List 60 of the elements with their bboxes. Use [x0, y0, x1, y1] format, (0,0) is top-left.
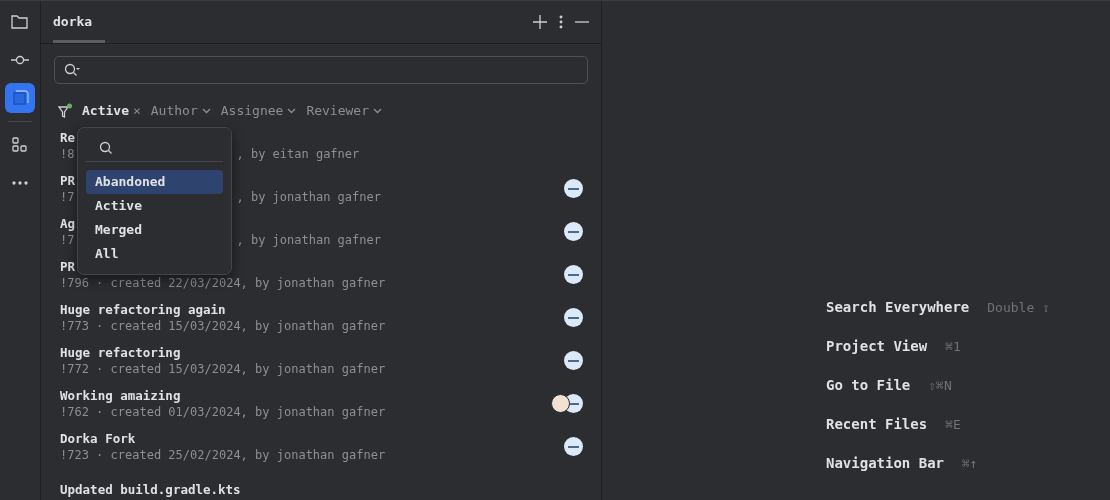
merge-request-details: !796 · created 22/03/2024, by jonathan gafner — [60, 274, 386, 292]
menu-item[interactable]: Active — [86, 194, 223, 218]
action-label: Project View — [826, 337, 928, 356]
merge-request-details: !7 — [60, 188, 75, 206]
chevron-down-icon — [201, 108, 211, 114]
sidebar-button[interactable] — [5, 83, 35, 113]
merge-request-details: !7 — [60, 231, 75, 249]
action-label: Recent Files — [826, 415, 928, 434]
merge-request-details: !723 · created 25/02/2024, by jonathan gafner — [60, 446, 386, 464]
search-field[interactable] — [54, 56, 588, 84]
action-label: Navigation Bar — [826, 454, 944, 473]
filter-dropdown[interactable]: Assignee — [220, 101, 297, 121]
project-logo-avatar — [564, 179, 583, 198]
shortcut-label: ⇧⌘N — [928, 376, 952, 395]
merge-request-title[interactable]: Updated build.gradle.kts — [60, 482, 241, 497]
search-icon — [64, 63, 80, 77]
project-logo-avatar — [564, 308, 583, 327]
shortcut-label: ⌘↑ — [962, 454, 978, 473]
action-label: Search Everywhere — [826, 298, 970, 317]
shortcut-label: ⌘E — [945, 415, 961, 434]
pull-request-icon — [10, 88, 30, 108]
user-avatar — [551, 394, 570, 413]
folder-icon — [10, 12, 30, 32]
project-logo-avatar — [564, 437, 583, 456]
merge-request-details: !762 · created 01/03/2024, by jonathan gafner — [60, 403, 386, 421]
shortcut-label: ⌘1 — [945, 337, 961, 356]
merge-request-details: , by jonathan gafner — [236, 188, 381, 206]
shortcut-label: Double ⇧ — [987, 298, 1050, 317]
chevron-down-icon — [373, 108, 382, 114]
structure-icon — [10, 135, 30, 155]
panel-tab[interactable]: dorka — [53, 1, 105, 43]
merge-request-details: !772 · created 15/03/2024, by jonathan gafner — [60, 360, 386, 378]
merge-request-details: , by jonathan gafner — [236, 231, 381, 249]
filter-dropdown[interactable]: Author — [150, 101, 211, 121]
action-label: Go to File — [826, 376, 911, 395]
project-logo-avatar — [564, 265, 583, 284]
merge-request-title[interactable]: Huge refactoring — [60, 344, 181, 360]
merge-request-title[interactable]: Huge refactoring again — [60, 301, 226, 317]
merge-request-title[interactable]: PR — [60, 258, 76, 274]
menu-item[interactable]: Merged — [86, 218, 223, 242]
merge-request-title[interactable]: PR — [60, 172, 76, 188]
merge-request-title[interactable]: Working amaizing — [60, 387, 181, 403]
project-logo-avatar — [564, 351, 583, 370]
merge-request-title[interactable]: Re — [60, 129, 76, 145]
more-icon[interactable] — [559, 15, 563, 29]
chevron-down-icon — [287, 108, 297, 114]
menu-item[interactable]: All — [86, 242, 223, 266]
project-logo-avatar — [564, 222, 583, 241]
merge-request-title[interactable]: Ag — [60, 215, 76, 231]
menu-item[interactable]: Abandoned — [86, 170, 223, 194]
search-icon — [99, 140, 113, 155]
filter-dropdown[interactable]: Reviewer — [306, 101, 382, 121]
merge-request-details: !773 · created 15/03/2024, by jonathan gafner — [60, 317, 386, 335]
merge-request-details: !8 — [60, 145, 75, 163]
merge-request-title[interactable]: Dorka Fork — [60, 430, 136, 446]
filter-chip[interactable]: Active × — [82, 101, 141, 121]
plus-icon[interactable] — [533, 15, 547, 29]
filter-icon[interactable] — [58, 103, 72, 119]
more-icon — [12, 181, 28, 185]
merge-request-details: , by eitan gafner — [236, 145, 360, 163]
